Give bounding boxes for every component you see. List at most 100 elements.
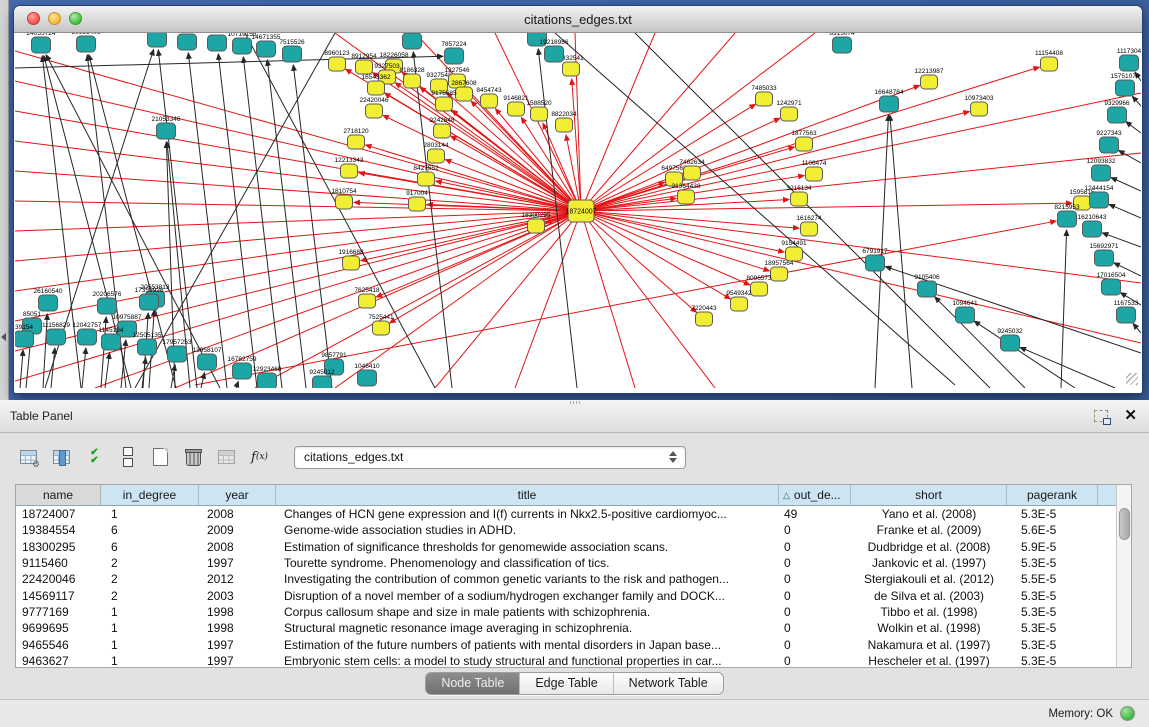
table-cell[interactable]: 6 xyxy=(101,540,199,554)
delete-table-icon[interactable] xyxy=(181,445,206,469)
table-cell[interactable]: Genome-wide association studies in ADHD. xyxy=(276,523,779,537)
network-node[interactable] xyxy=(313,376,332,388)
float-window-icon[interactable] xyxy=(1094,410,1108,422)
table-cell[interactable]: 5.3E-5 xyxy=(1007,589,1098,603)
network-node[interactable] xyxy=(880,96,899,112)
table-row[interactable]: 1872400712008Changes of HCN gene express… xyxy=(16,506,1131,522)
table-cell[interactable]: Tourette syndrome. Phenomenology and cla… xyxy=(276,556,779,570)
network-node[interactable] xyxy=(283,46,302,62)
network-node[interactable] xyxy=(1041,57,1058,71)
network-node[interactable] xyxy=(528,219,545,233)
minimize-window-icon[interactable] xyxy=(48,12,61,25)
network-node[interactable] xyxy=(258,373,277,388)
table-cell[interactable]: 0 xyxy=(779,556,851,570)
zoom-window-icon[interactable] xyxy=(69,12,82,25)
table-cell[interactable]: 1 xyxy=(101,621,199,635)
network-node[interactable] xyxy=(1083,221,1102,237)
network-node[interactable] xyxy=(336,195,353,209)
network-node[interactable] xyxy=(921,75,938,89)
network-node[interactable] xyxy=(138,339,157,355)
network-node[interactable] xyxy=(359,294,376,308)
table-row[interactable]: 1830029562008Estimation of significance … xyxy=(16,539,1131,555)
network-node[interactable] xyxy=(1108,107,1127,123)
table-cell[interactable]: Investigating the contribution of common… xyxy=(276,572,779,586)
create-table-icon[interactable] xyxy=(148,445,173,469)
table-cell[interactable]: 9699695 xyxy=(16,621,101,635)
table-cell[interactable]: 9115460 xyxy=(16,556,101,570)
network-node[interactable] xyxy=(1116,80,1135,96)
network-view[interactable]: 1872400789601238912954182260589327503165… xyxy=(15,33,1141,388)
table-cell[interactable]: 1997 xyxy=(199,638,276,652)
table-row[interactable]: 1456911722003Disruption of a novel membe… xyxy=(16,587,1131,603)
network-node[interactable] xyxy=(731,297,748,311)
resize-grip-icon[interactable] xyxy=(1126,373,1138,385)
network-window-titlebar[interactable]: citations_edges.txt xyxy=(14,6,1142,33)
network-node[interactable] xyxy=(756,92,773,106)
network-node[interactable] xyxy=(791,192,808,206)
network-node[interactable] xyxy=(684,166,701,180)
network-node[interactable] xyxy=(771,267,788,281)
table-cell[interactable]: Dudbridge et al. (2008) xyxy=(851,540,1007,554)
table-cell[interactable]: 19384554 xyxy=(16,523,101,537)
network-node[interactable] xyxy=(233,363,252,379)
table-cell[interactable]: 18724007 xyxy=(16,507,101,521)
network-node[interactable] xyxy=(368,81,385,95)
network-node[interactable] xyxy=(356,60,373,74)
show-columns-icon[interactable] xyxy=(49,445,74,469)
table-cell[interactable]: 2 xyxy=(101,589,199,603)
network-node[interactable] xyxy=(341,164,358,178)
network-node[interactable] xyxy=(343,256,360,270)
network-node[interactable] xyxy=(1120,55,1139,71)
table-cell[interactable]: 0 xyxy=(779,523,851,537)
network-node[interactable] xyxy=(1058,211,1077,227)
table-cell[interactable]: 1 xyxy=(101,654,199,668)
column-header-year[interactable]: year xyxy=(199,485,276,505)
column-header-short[interactable]: short xyxy=(851,485,1007,505)
network-node[interactable] xyxy=(1092,165,1111,181)
table-cell[interactable]: 0 xyxy=(779,654,851,668)
table-cell[interactable]: 1998 xyxy=(199,621,276,635)
table-cell[interactable]: 2008 xyxy=(199,540,276,554)
table-cell[interactable]: 2003 xyxy=(199,589,276,603)
table-cell[interactable]: 14569117 xyxy=(16,589,101,603)
network-node[interactable] xyxy=(366,104,383,118)
network-node[interactable] xyxy=(508,102,525,116)
table-cell[interactable]: Stergiakouli et al. (2012) xyxy=(851,572,1007,586)
network-node[interactable] xyxy=(796,137,813,151)
network-node[interactable] xyxy=(751,282,768,296)
network-node[interactable] xyxy=(428,149,445,163)
table-selector-dropdown[interactable]: citations_edges.txt xyxy=(294,446,686,469)
network-node[interactable] xyxy=(866,255,885,271)
table-cell[interactable]: 2012 xyxy=(199,572,276,586)
network-node[interactable] xyxy=(15,331,34,347)
table-cell[interactable]: 5.3E-5 xyxy=(1007,605,1098,619)
table-cell[interactable]: 5.3E-5 xyxy=(1007,507,1098,521)
table-cell[interactable]: Changes of HCN gene expression and I(f) … xyxy=(276,507,779,521)
table-cell[interactable]: 2008 xyxy=(199,507,276,521)
expand-panel-arrow-icon[interactable] xyxy=(1,333,6,341)
table-row[interactable]: 946362711997Embryonic stem cells: a mode… xyxy=(16,653,1131,669)
table-cell[interactable]: 49 xyxy=(779,507,851,521)
network-node[interactable] xyxy=(918,281,937,297)
column-header-title[interactable]: title xyxy=(276,485,779,505)
select-all-icon[interactable]: ✔✔ xyxy=(82,445,107,469)
table-row[interactable]: 969969511998Structural magnetic resonanc… xyxy=(16,620,1131,636)
network-node[interactable] xyxy=(358,370,377,386)
table-cell[interactable]: Nakamura et al. (1997) xyxy=(851,638,1007,652)
table-cell[interactable]: 0 xyxy=(779,589,851,603)
rows-icon[interactable] xyxy=(115,445,140,469)
network-node[interactable] xyxy=(781,107,798,121)
network-node[interactable] xyxy=(696,312,713,326)
network-node[interactable] xyxy=(531,107,548,121)
table-cell[interactable]: 2 xyxy=(101,556,199,570)
network-node[interactable] xyxy=(178,34,197,50)
network-node[interactable] xyxy=(198,354,217,370)
table-cell[interactable]: Corpus callosum shape and size in male p… xyxy=(276,605,779,619)
table-cell[interactable]: 18300295 xyxy=(16,540,101,554)
table-cell[interactable]: 5.3E-5 xyxy=(1007,621,1098,635)
tab-network-table[interactable]: Network Table xyxy=(614,673,723,694)
network-node[interactable] xyxy=(1100,137,1119,153)
table-cell[interactable]: Franke et al. (2009) xyxy=(851,523,1007,537)
column-header-in_degree[interactable]: in_degree xyxy=(101,485,199,505)
table-cell[interactable]: 2 xyxy=(101,572,199,586)
